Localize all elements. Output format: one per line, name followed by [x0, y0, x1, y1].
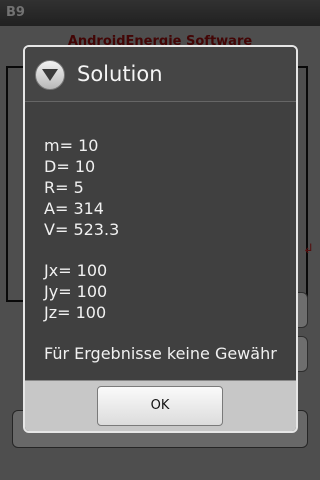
dialog-title: Solution	[77, 62, 163, 86]
result-diameter: D= 10	[44, 157, 96, 176]
dialog-message: m= 10 D= 10 R= 5 A= 314 V= 523.3 Jx= 100…	[44, 135, 284, 364]
ok-button[interactable]: OK	[97, 386, 223, 426]
result-mass: m= 10	[44, 136, 99, 155]
chevron-down-icon	[35, 60, 65, 90]
dialog-footer: OK	[25, 380, 296, 431]
solution-dialog: Solution m= 10 D= 10 R= 5 A= 314 V= 523.…	[23, 45, 298, 433]
dialog-header: Solution	[25, 47, 296, 102]
result-radius: R= 5	[44, 178, 84, 197]
result-area: A= 314	[44, 199, 104, 218]
result-jz: Jz= 100	[44, 303, 107, 322]
result-jx: Jx= 100	[44, 261, 108, 280]
result-volume: V= 523.3	[44, 220, 120, 239]
result-jy: Jy= 100	[44, 282, 108, 301]
disclaimer-text: Für Ergebnisse keine Gewähr	[44, 344, 277, 363]
